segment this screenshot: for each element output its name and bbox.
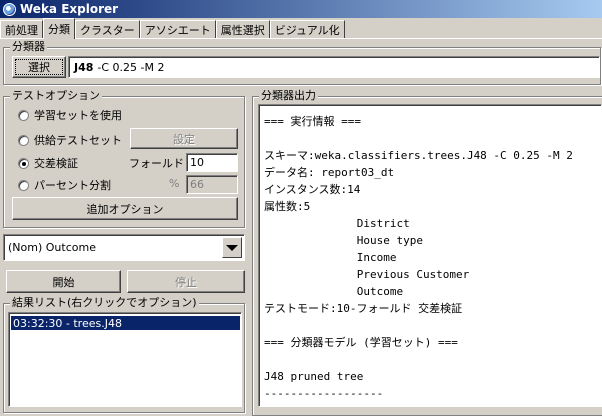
tab-preprocess[interactable]: 前処理 [0,20,43,38]
output-line: District [264,217,410,230]
percent-input[interactable]: 66 [186,175,238,194]
more-options-button[interactable]: 追加オプション [12,197,238,220]
result-list[interactable]: 03:32:30 - trees.J48 [8,312,242,407]
output-line: House type [264,234,423,247]
test-options-group-title: テストオプション [10,89,102,103]
percentage-split-label: パーセント分割 [34,179,111,192]
classifier-output-text[interactable]: === 実行情報 === スキーマ:weka.classifiers.trees… [258,104,602,407]
chevron-down-icon[interactable] [222,237,242,258]
output-line: Previous Customer [264,268,470,281]
use-training-label: 学習セットを使用 [34,109,122,122]
radio-cross-validation[interactable]: 交差検証 [18,155,78,171]
percent-symbol: % [169,177,180,190]
radio-button[interactable] [18,179,29,191]
radio-supplied-test-set[interactable]: 供給テストセット [18,132,122,148]
radio-button-checked[interactable] [18,157,29,169]
tab-visualize[interactable]: ビジュアル化 [269,20,345,38]
tab-bar: 前処理 分類 クラスター アソシエート 属性選択 ビジュアル化 [0,18,602,39]
output-line: Outcome [264,285,404,298]
window-title: Weka Explorer [20,2,119,16]
output-line: === 実行情報 === [264,115,361,128]
classifier-config-field[interactable]: J48 -C 0.25 -M 2 [68,56,600,78]
tab-select-attributes[interactable]: 属性選択 [215,20,270,38]
class-attribute-select[interactable]: (Nom) Outcome [3,234,245,261]
radio-button[interactable] [18,134,29,146]
list-item[interactable]: 03:32:30 - trees.J48 [11,316,240,330]
output-line: インスタンス数:14 [264,183,361,196]
classifier-output-group-title: 分類器出力 [259,89,318,103]
cross-validation-label: 交差検証 [34,157,78,170]
result-list-group-title: 結果リスト(右クリックでオプション) [10,296,199,310]
output-line: データ名: report03_dt [264,166,395,179]
folds-input[interactable]: 10 [186,153,238,172]
tab-classify[interactable]: 分類 [43,18,75,39]
output-line: スキーマ:weka.classifiers.trees.J48 -C 0.25 … [264,149,573,162]
stop-button[interactable]: 停止 [127,270,245,293]
classifier-group-title: 分類器 [10,40,47,54]
output-line: Income [264,251,397,264]
tab-associate[interactable]: アソシエート [139,20,216,38]
output-line: テストモード:10-フォールド 交差検証 [264,302,463,315]
classifier-options: -C 0.25 -M 2 [97,60,165,74]
settings-button[interactable]: 設定 [130,128,238,149]
choose-classifier-button[interactable]: 選択 [12,56,66,78]
start-button[interactable]: 開始 [6,270,121,293]
output-line: ------------------ [264,387,384,400]
output-line: === 分類器モデル (学習セット) === [264,336,458,349]
class-attribute-value: (Nom) Outcome [8,241,96,254]
radio-use-training-set[interactable]: 学習セットを使用 [18,107,122,123]
classifier-name: J48 [74,60,94,74]
output-line: 属性数:5 [264,200,311,213]
radio-button[interactable] [18,109,29,121]
weka-app-icon [3,2,16,16]
folds-label: フォールド [129,157,184,170]
radio-percentage-split[interactable]: パーセント分割 [18,177,111,193]
output-line: J48 pruned tree [264,370,364,383]
tab-cluster[interactable]: クラスター [75,20,140,38]
title-bar: Weka Explorer [0,0,602,18]
supplied-test-label: 供給テストセット [34,134,122,147]
